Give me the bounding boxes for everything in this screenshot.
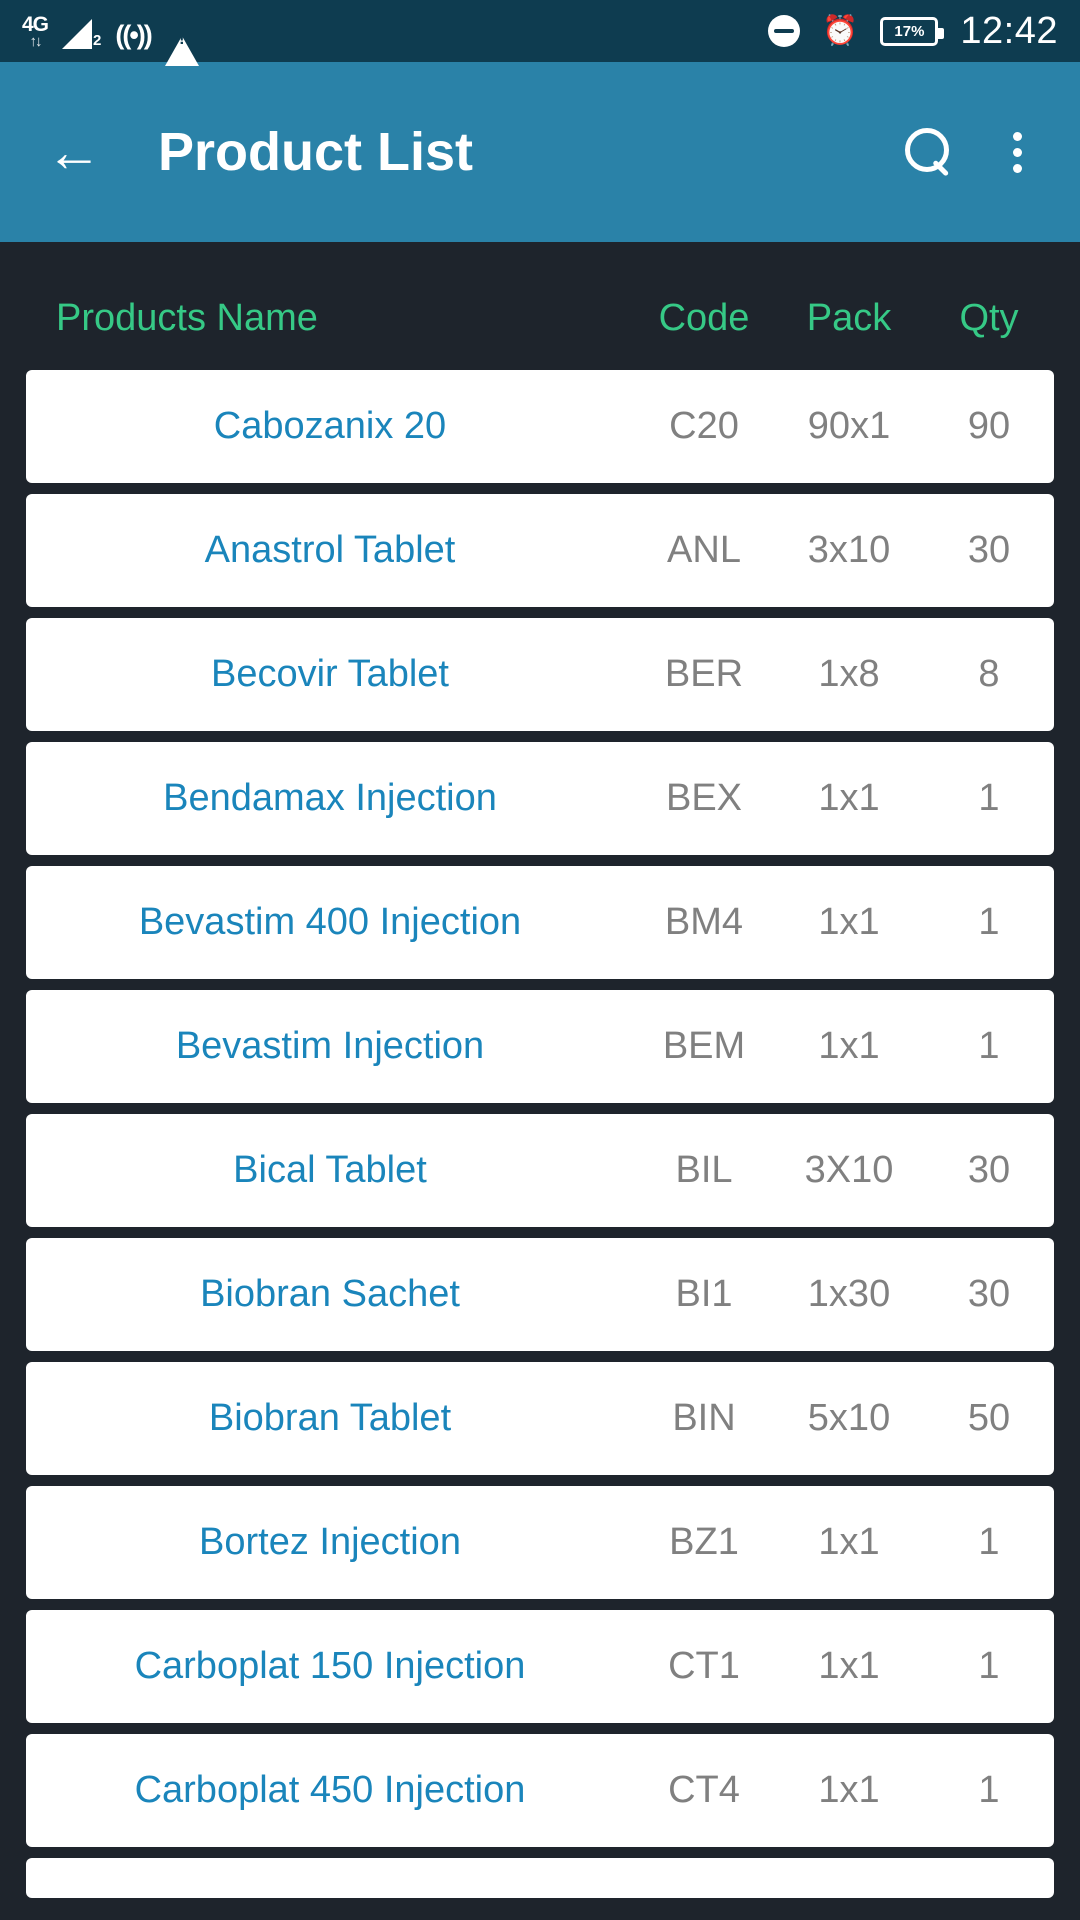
table-row[interactable]: Bendamax Injection BEX 1x1 1 <box>26 742 1054 855</box>
product-list-content: Products Name Code Pack Qty Cabozanix 20… <box>0 242 1080 1898</box>
product-pack-cell: 1x8 <box>818 653 880 695</box>
battery-icon: 17% <box>880 16 945 46</box>
table-row[interactable]: Biobran Tablet BIN 5x10 50 <box>26 1362 1054 1475</box>
table-row[interactable]: Bortez Injection BZ1 1x1 1 <box>26 1486 1054 1599</box>
status-bar-left-icons: 4G ↑↓ 2 ((•)) ! <box>22 12 199 66</box>
product-qty-cell: 1 <box>978 1025 1000 1067</box>
product-qty-cell: 1 <box>978 901 1000 943</box>
overflow-dot <box>1013 147 1022 157</box>
product-qty-cell: 1 <box>978 1645 1000 1687</box>
network-type-label: 4G <box>22 12 49 36</box>
product-name-cell: Bical Tablet <box>233 1149 427 1191</box>
column-header-pack[interactable]: Pack <box>774 297 924 340</box>
warning-exclamation-label: ! <box>178 28 185 48</box>
product-pack-cell: 1x1 <box>818 1769 880 1811</box>
product-pack-cell: 90x1 <box>807 405 891 447</box>
status-bar-clock: 12:42 <box>960 9 1058 52</box>
product-pack-cell: 1x1 <box>818 901 880 943</box>
product-code-cell: CT4 <box>668 1769 740 1811</box>
product-code-cell: C20 <box>669 405 739 447</box>
product-pack-cell: 1x1 <box>818 777 880 819</box>
product-name-cell: Bevastim Injection <box>175 1025 485 1067</box>
product-qty-cell: 1 <box>978 777 1000 819</box>
product-code-cell: ANL <box>667 529 741 571</box>
table-row[interactable]: Bevastim Injection BEM 1x1 1 <box>26 990 1054 1103</box>
alarm-clock-icon: ⏰ <box>822 14 859 47</box>
product-pack-cell: 1x30 <box>807 1273 891 1315</box>
product-name-cell: Carboplat 150 Injection <box>134 1645 526 1687</box>
data-transfer-arrows-icon: ↑↓ <box>29 32 43 50</box>
column-header-products-name[interactable]: Products Name <box>26 297 634 340</box>
product-code-cell: BIL <box>675 1149 733 1191</box>
product-code-cell: CT1 <box>668 1645 740 1687</box>
table-header-row: Products Name Code Pack Qty <box>0 242 1080 370</box>
product-pack-cell: 3X10 <box>804 1149 894 1191</box>
product-pack-cell: 1x1 <box>818 1025 880 1067</box>
battery-percent-label: 17% <box>894 22 925 40</box>
product-qty-cell: 90 <box>967 405 1011 447</box>
product-name-cell: Anastrol Tablet <box>204 529 456 571</box>
do-not-disturb-icon <box>768 15 801 47</box>
signal-strength-icon: 2 <box>62 18 102 49</box>
product-name-cell: Bevastim 400 Injection <box>138 901 522 943</box>
overflow-dot <box>1013 163 1022 173</box>
column-header-code[interactable]: Code <box>634 297 774 340</box>
app-bar: ← Product List <box>0 62 1080 242</box>
table-row[interactable]: Becovir Tablet BER 1x8 8 <box>26 618 1054 731</box>
product-qty-cell: 50 <box>967 1397 1011 1439</box>
product-pack-cell: 1x1 <box>818 1645 880 1687</box>
back-arrow-icon[interactable]: ← <box>46 124 102 180</box>
table-row[interactable]: Bical Tablet BIL 3X10 30 <box>26 1114 1054 1227</box>
product-qty-cell: 1 <box>978 1521 1000 1563</box>
product-rows-list[interactable]: Cabozanix 20 C20 90x1 90 Anastrol Tablet ANL 3… <box>0 370 1080 1898</box>
search-icon[interactable] <box>903 128 951 176</box>
status-bar-right-icons: ⏰ 17% 12:42 <box>768 10 1058 53</box>
product-name-cell: Becovir Tablet <box>211 653 449 695</box>
product-name-cell: Biobran Tablet <box>208 1397 452 1439</box>
overflow-dot <box>1013 131 1022 141</box>
product-pack-cell: 3x10 <box>807 529 891 571</box>
page-title: Product List <box>158 122 474 182</box>
app-bar-actions <box>903 126 1032 179</box>
status-bar: 4G ↑↓ 2 ((•)) ! ⏰ 17% 12:42 <box>0 0 1080 66</box>
sim-slot-number: 2 <box>93 31 102 49</box>
table-row[interactable]: Carboplat 150 Injection CT1 1x1 1 <box>26 1610 1054 1723</box>
hotspot-icon: ((•)) <box>115 19 152 50</box>
product-name-cell: Cabozanix 20 <box>213 405 447 447</box>
product-name-cell: Carboplat 450 Injection <box>134 1769 526 1811</box>
product-qty-cell: 1 <box>978 1769 1000 1811</box>
product-code-cell: BZ1 <box>669 1521 739 1563</box>
column-header-qty[interactable]: Qty <box>924 297 1054 340</box>
product-code-cell: BIN <box>672 1397 736 1439</box>
product-code-cell: BI1 <box>675 1273 733 1315</box>
table-row[interactable]: Carboplat 450 Injection CT4 1x1 1 <box>26 1734 1054 1847</box>
overflow-menu-icon[interactable] <box>1003 126 1032 179</box>
product-qty-cell: 30 <box>967 1149 1011 1191</box>
product-qty-cell: 30 <box>967 1273 1011 1315</box>
product-code-cell: BEX <box>665 777 743 819</box>
warning-icon: ! <box>164 18 199 66</box>
product-qty-cell: 30 <box>967 529 1011 571</box>
product-name-cell: Biobran Sachet <box>200 1273 460 1315</box>
table-row-partial[interactable] <box>26 1858 1054 1898</box>
product-code-cell: BER <box>664 653 744 695</box>
product-pack-cell: 5x10 <box>807 1397 891 1439</box>
network-type-4g-icon: 4G ↑↓ <box>22 12 49 50</box>
product-name-cell: Bendamax Injection <box>163 777 497 819</box>
table-row[interactable]: Cabozanix 20 C20 90x1 90 <box>26 370 1054 483</box>
signal-bars-shape <box>62 18 93 49</box>
product-name-cell: Bortez Injection <box>199 1521 461 1563</box>
product-code-cell: BEM <box>662 1025 746 1067</box>
table-row[interactable]: Anastrol Tablet ANL 3x10 30 <box>26 494 1054 607</box>
table-row[interactable]: Biobran Sachet BI1 1x30 30 <box>26 1238 1054 1351</box>
table-row[interactable]: Bevastim 400 Injection BM4 1x1 1 <box>26 866 1054 979</box>
product-qty-cell: 8 <box>978 653 1000 695</box>
product-pack-cell: 1x1 <box>818 1521 880 1563</box>
product-code-cell: BM4 <box>664 901 744 943</box>
